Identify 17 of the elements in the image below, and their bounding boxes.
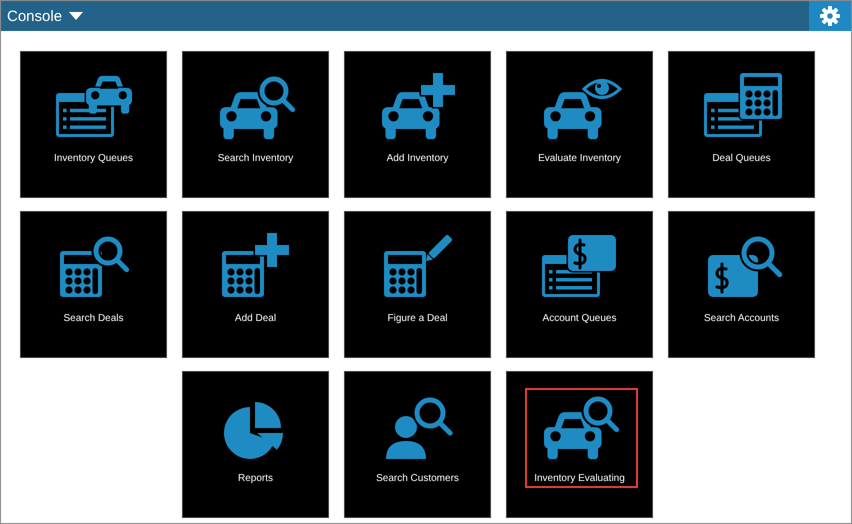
console-tile[interactable]: Inventory Queues xyxy=(20,51,167,198)
console-tile[interactable]: Add Inventory xyxy=(344,51,491,198)
console-tile[interactable]: Search Accounts xyxy=(668,211,815,358)
console-menu[interactable]: Console xyxy=(1,1,90,31)
console-tile[interactable]: Account Queues xyxy=(506,211,653,358)
console-tile[interactable]: Inventory Evaluating xyxy=(506,371,653,518)
console-tile[interactable]: Add Deal xyxy=(182,211,329,358)
console-tile[interactable]: Search Inventory xyxy=(182,51,329,198)
console-tile[interactable]: Figure a Deal xyxy=(344,211,491,358)
console-tile[interactable]: Evaluate Inventory xyxy=(506,51,653,198)
settings-button[interactable] xyxy=(809,1,851,31)
caret-icon xyxy=(69,12,84,20)
console-tile[interactable]: Reports xyxy=(182,371,329,518)
console-tile[interactable]: Search Customers xyxy=(344,371,491,518)
console-tile[interactable]: Deal Queues xyxy=(668,51,815,198)
settings-icon xyxy=(820,6,840,26)
console-tile[interactable]: Search Deals xyxy=(20,211,167,358)
